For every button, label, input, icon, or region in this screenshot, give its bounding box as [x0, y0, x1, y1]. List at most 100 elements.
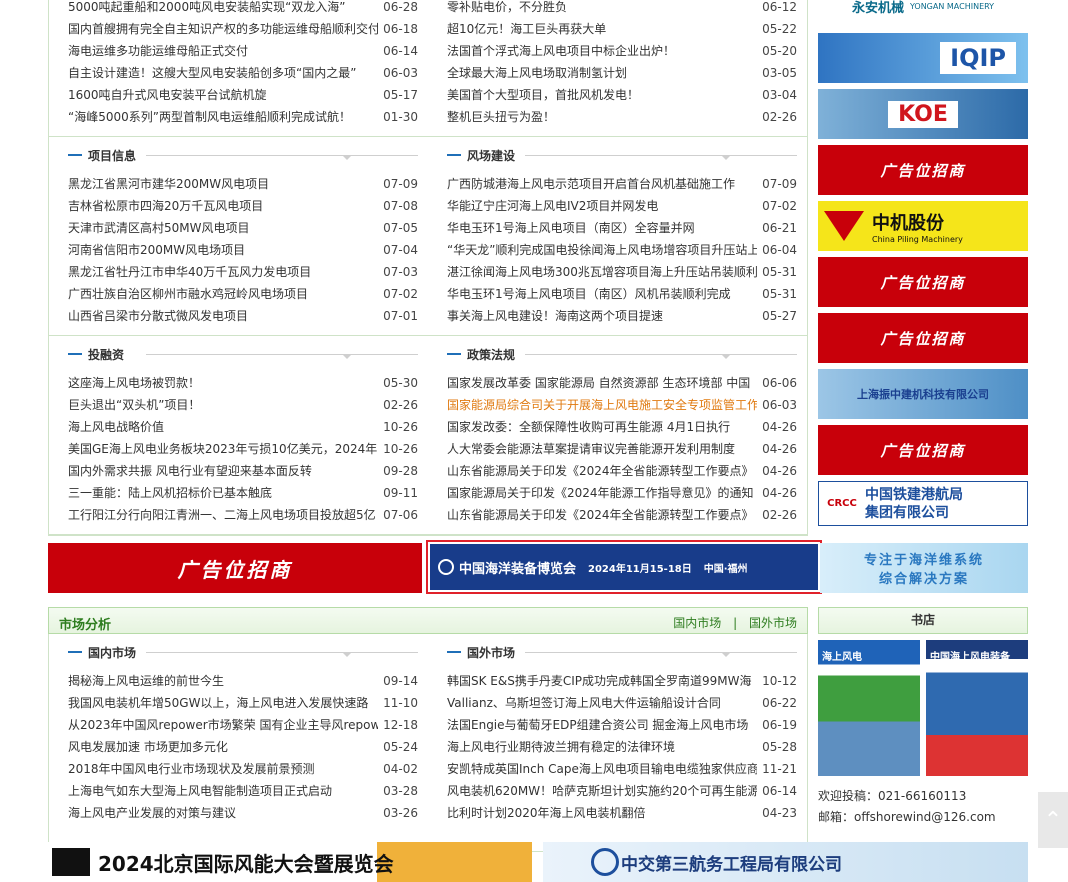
policy-title[interactable]: 政策法规	[467, 346, 515, 363]
list-item[interactable]: 山西省吕梁市分散式微风发电项目 07-01	[68, 305, 418, 327]
list-item[interactable]: 山东省能源局关于印发《2024年全省能源转型工作要点》 02-26	[447, 504, 797, 526]
ad-slot-sidebar-2[interactable]: 广告位招商	[818, 257, 1028, 307]
list-item[interactable]: 海上风电产业发展的对策与建议 03-26	[68, 802, 418, 824]
list-item[interactable]: 全球最大海上风电场取消制氢计划 03-05	[447, 62, 797, 84]
list-item-title[interactable]: 这座海上风电场被罚款！	[68, 372, 378, 394]
list-item-title[interactable]: 河南省信阳市200MW风电场项目	[68, 239, 378, 261]
list-item[interactable]: 广西防城港海上风电示范项目开启首台风机基础施工作 07-09	[447, 173, 797, 195]
list-item-title[interactable]: “海峰5000系列”两型首制风电运维船顺利完成试航！	[68, 106, 378, 128]
link-domestic-market[interactable]: 国内市场	[673, 616, 721, 630]
list-item[interactable]: 国家能源局关于印发《2024年能源工作指导意见》的通知 04-26	[447, 482, 797, 504]
list-item[interactable]: 揭秘海上风电运维的前世今生 09-14	[68, 670, 418, 692]
list-item[interactable]: 广西壮族自治区柳州市融水鸡冠岭风电场项目 07-02	[68, 283, 418, 305]
list-item[interactable]: 从2023年中国风repower市场繁荣 国有企业主导风repow 12-18	[68, 714, 418, 736]
list-item-title[interactable]: 工行阳江分行向阳江青洲一、二海上风电场项目投放超5亿	[68, 504, 378, 526]
list-item-title[interactable]: 海上风电产业发展的对策与建议	[68, 802, 378, 824]
list-item-title[interactable]: 整机巨头扭亏为盈！	[447, 106, 757, 128]
list-item-title[interactable]: 5000吨起重船和2000吨风电安装船实现“双龙入海”	[68, 0, 378, 18]
beijing-wind-expo-ad[interactable]: 2024北京国际风能大会暨展览会	[48, 842, 532, 882]
list-item-title[interactable]: 自主设计建造！这艘大型风电安装船创多项“国内之最”	[68, 62, 378, 84]
list-item-title[interactable]: 人大常委会能源法草案提请审议完善能源开发利用制度	[447, 438, 757, 460]
list-item[interactable]: 比利时计划2020年海上风电装机翻倍 04-23	[447, 802, 797, 824]
list-item[interactable]: 华电玉环1号海上风电项目（南区）全容量并网 06-21	[447, 217, 797, 239]
list-item-title[interactable]: 2018年中国风电行业市场现状及发展前景预测	[68, 758, 378, 780]
list-item[interactable]: 巨头退出“双头机”项目！ 02-26	[68, 394, 418, 416]
list-item-title[interactable]: 全球最大海上风电场取消制氢计划	[447, 62, 757, 84]
cccc-third-harbor-ad[interactable]: 中交第三航务工程局有限公司	[543, 842, 1028, 882]
list-item-title[interactable]: 韩国SK E&S携手丹麦CIP成功完成韩国全罗南道99MW海	[447, 670, 757, 692]
list-item-title[interactable]: 安凯特成英国Inch Cape海上风电项目输电电缆独家供应商	[447, 758, 757, 780]
list-item-title[interactable]: 国家能源局关于印发《2024年能源工作指导意见》的通知	[447, 482, 757, 504]
list-item[interactable]: 华能辽宁庄河海上风电IV2项目并网发电 07-02	[447, 195, 797, 217]
list-item[interactable]: 华电玉环1号海上风电项目（南区）风机吊装顺利完成 05-31	[447, 283, 797, 305]
list-item-title[interactable]: 风电发展加速 市场更加多元化	[68, 736, 378, 758]
list-item[interactable]: 人大常委会能源法草案提请审议完善能源开发利用制度 04-26	[447, 438, 797, 460]
list-item-title[interactable]: Vallianz、乌斯坦签订海上风电大件运输船设计合同	[447, 692, 757, 714]
ad-slot-sidebar-3[interactable]: 广告位招商	[818, 313, 1028, 363]
list-item-title[interactable]: 山东省能源局关于印发《2024年全省能源转型工作要点》	[447, 460, 757, 482]
list-item-title[interactable]: 我国风电装机年增50GW以上，海上风电进入发展快速路	[68, 692, 378, 714]
zhenzhong-ad[interactable]: 上海振中建机科技有限公司	[818, 369, 1028, 419]
list-item-title[interactable]: 超10亿元！海工巨头再获大单	[447, 18, 757, 40]
list-item[interactable]: 自主设计建造！这艘大型风电安装船创多项“国内之最” 06-03	[68, 62, 418, 84]
list-item-title[interactable]: 华能辽宁庄河海上风电IV2项目并网发电	[447, 195, 757, 217]
ad-slot-banner[interactable]: 广告位招商	[48, 543, 422, 593]
list-item[interactable]: 整机巨头扭亏为盈！ 02-26	[447, 106, 797, 128]
wind-farm-title[interactable]: 风场建设	[467, 147, 515, 164]
list-item[interactable]: 海上风电战略价值 10-26	[68, 416, 418, 438]
list-item[interactable]: 5000吨起重船和2000吨风电安装船实现“双龙入海” 06-28	[68, 0, 418, 18]
list-item-title[interactable]: 海电运维多功能运维母船正式交付	[68, 40, 378, 62]
list-item-title[interactable]: 法国首个浮式海上风电项目中标企业出炉！	[447, 40, 757, 62]
list-item-title[interactable]: 揭秘海上风电运维的前世今生	[68, 670, 378, 692]
list-item-title[interactable]: 国内外需求共振 风电行业有望迎来基本面反转	[68, 460, 378, 482]
bookstore-header[interactable]: 书店	[818, 607, 1028, 634]
list-item-title[interactable]: 黑龙江省牡丹江市申华40万千瓦风力发电项目	[68, 261, 378, 283]
list-item[interactable]: 黑龙江省黑河市建华200MW风电项目 07-09	[68, 173, 418, 195]
list-item[interactable]: 1600吨自升式风电安装平台试航机旋 05-17	[68, 84, 418, 106]
list-item-title[interactable]: 海上风电行业期待波兰拥有稳定的法律环境	[447, 736, 757, 758]
project-info-title[interactable]: 项目信息	[88, 147, 136, 164]
crcc-harbor-ad[interactable]: CRCC 中国铁建港航局 集团有限公司	[818, 481, 1028, 526]
list-item-title[interactable]: 从2023年中国风repower市场繁荣 国有企业主导风repow	[68, 714, 378, 736]
list-item-title[interactable]: 山东省能源局关于印发《2024年全省能源转型工作要点》	[447, 504, 757, 526]
iqip-ad[interactable]: IQIP	[818, 33, 1028, 83]
list-item[interactable]: 工行阳江分行向阳江青洲一、二海上风电场项目投放超5亿 07-06	[68, 504, 418, 526]
list-item[interactable]: 吉林省松原市四海20万千瓦风电项目 07-08	[68, 195, 418, 217]
list-item-title[interactable]: 国家能源局综合司关于开展海上风电施工安全专项监管工作	[447, 394, 757, 416]
list-item[interactable]: 超10亿元！海工巨头再获大单 05-22	[447, 18, 797, 40]
china-piling-ad[interactable]: 中机股份 China Piling Machinery	[818, 201, 1028, 251]
list-item-title[interactable]: 美国GE海上风电业务板块2023年亏损10亿美元，2024年	[68, 438, 378, 460]
list-item[interactable]: 国家发改委：全额保障性收购可再生能源 4月1日执行 04-26	[447, 416, 797, 438]
list-item-title[interactable]: 三一重能：陆上风机招标价已基本触底	[68, 482, 378, 504]
ad-slot-sidebar-1[interactable]: 广告位招商	[818, 145, 1028, 195]
list-item[interactable]: “华天龙”顺利完成国电投徐闻海上风电场增容项目升压站上 06-04	[447, 239, 797, 261]
list-item-title[interactable]: 黑龙江省黑河市建华200MW风电项目	[68, 173, 378, 195]
list-item-title[interactable]: 法国Engie与葡萄牙EDP组建合资公司 掘金海上风电市场	[447, 714, 757, 736]
list-item-title[interactable]: 国家发改委：全额保障性收购可再生能源 4月1日执行	[447, 416, 757, 438]
foreign-market-title[interactable]: 国外市场	[467, 644, 515, 661]
list-item[interactable]: 海上风电行业期待波兰拥有稳定的法律环境 05-28	[447, 736, 797, 758]
book-cover-1[interactable]: 海上风电	[818, 640, 920, 776]
list-item-title[interactable]: 山西省吕梁市分散式微风发电项目	[68, 305, 378, 327]
list-item-title[interactable]: 天津市武清区高村50MW风电项目	[68, 217, 378, 239]
list-item[interactable]: 风电发展加速 市场更加多元化 05-24	[68, 736, 418, 758]
domestic-market-title[interactable]: 国内市场	[88, 644, 136, 661]
list-item[interactable]: 安凯特成英国Inch Cape海上风电项目输电电缆独家供应商 11-21	[447, 758, 797, 780]
book-cover-2[interactable]: 中国海上风电装备	[926, 640, 1028, 776]
list-item-title[interactable]: 上海电气如东大型海上风电智能制造项目正式启动	[68, 780, 378, 802]
list-item[interactable]: 国家能源局综合司关于开展海上风电施工安全专项监管工作 06-03	[447, 394, 797, 416]
link-foreign-market[interactable]: 国外市场	[749, 616, 797, 630]
list-item[interactable]: 国内外需求共振 风电行业有望迎来基本面反转 09-28	[68, 460, 418, 482]
list-item-title[interactable]: 美国首个大型项目，首批风机发电！	[447, 84, 757, 106]
list-item[interactable]: “海峰5000系列”两型首制风电运维船顺利完成试航！ 01-30	[68, 106, 418, 128]
ocean-system-ad[interactable]: 专注于海洋维系统 综合解决方案	[820, 543, 1028, 593]
list-item[interactable]: 黑龙江省牡丹江市申华40万千瓦风力发电项目 07-03	[68, 261, 418, 283]
investment-title[interactable]: 投融资	[88, 346, 124, 363]
koe-ad[interactable]: KOE	[818, 89, 1028, 139]
list-item[interactable]: 湛江徐闻海上风电场300兆瓦增容项目海上升压站吊装顺利 05-31	[447, 261, 797, 283]
list-item-title[interactable]: 吉林省松原市四海20万千瓦风电项目	[68, 195, 378, 217]
scroll-to-top-button[interactable]: ⌃	[1038, 792, 1068, 848]
list-item-title[interactable]: 华电玉环1号海上风电项目（南区）全容量并网	[447, 217, 757, 239]
list-item[interactable]: 三一重能：陆上风机招标价已基本触底 09-11	[68, 482, 418, 504]
list-item[interactable]: 风电装机620MW！哈萨克斯坦计划实施约20个可再生能源 06-14	[447, 780, 797, 802]
